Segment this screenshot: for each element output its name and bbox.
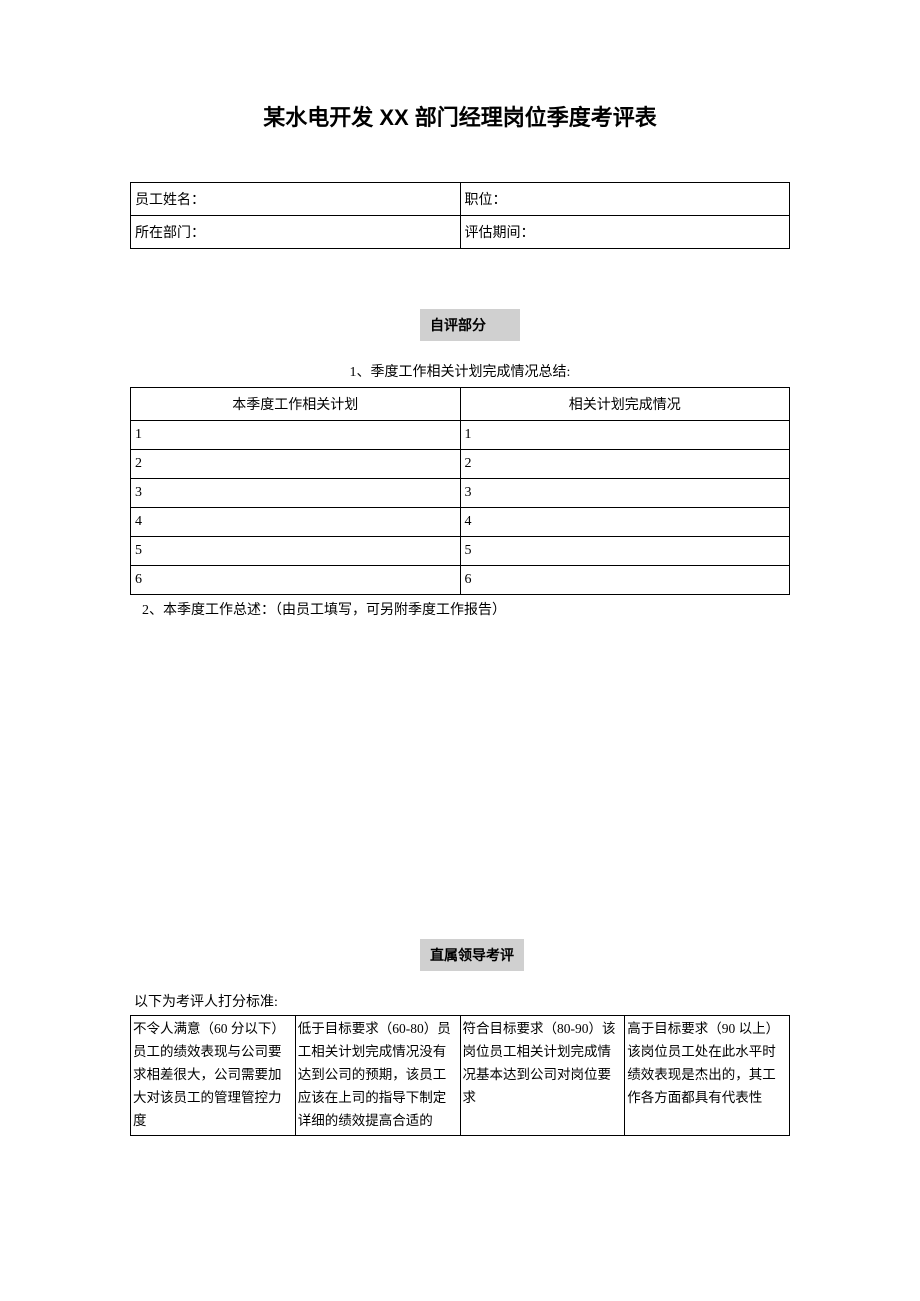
criteria-cell-1: 不令人满意（60 分以下）员工的绩效表现与公司要求相差很大，公司需要加大对该员工…	[131, 1016, 296, 1136]
plan-col2-header: 相关计划完成情况	[460, 388, 790, 421]
period-cell: 评估期间：	[460, 216, 790, 249]
plan-cell: 4	[460, 508, 790, 537]
criteria-cell-2: 低于目标要求（60-80）员工相关计划完成情况没有达到公司的预期，该员工应该在上…	[295, 1016, 460, 1136]
plan-cell: 4	[131, 508, 461, 537]
criteria-cell-3: 符合目标要求（80-90）该岗位员工相关计划完成情 况基本达到公司对岗位要 求	[460, 1016, 625, 1136]
plan-col1-header: 本季度工作相关计划	[131, 388, 461, 421]
plan-cell: 1	[131, 421, 461, 450]
work-summary-note: 2、本季度工作总述：（由员工填写，可另附季度工作报告）	[130, 599, 790, 619]
plan-cell: 3	[131, 479, 461, 508]
plan-cell: 6	[131, 566, 461, 595]
plan-cell: 1	[460, 421, 790, 450]
position-cell: 职位：	[460, 183, 790, 216]
self-evaluation-header: 自评部分	[420, 309, 520, 341]
plan-cell: 3	[460, 479, 790, 508]
document-title: 某水电开发 XX 部门经理岗位季度考评表	[130, 100, 790, 132]
employee-info-table: 员工姓名： 职位： 所在部门： 评估期间：	[130, 182, 790, 249]
criteria-cell-4: 高于目标要求（90 以上）该岗位员工处在此水平时绩效表现是杰出的，其工作各方面都…	[625, 1016, 790, 1136]
plan-cell: 5	[131, 537, 461, 566]
plan-cell: 5	[460, 537, 790, 566]
plan-table: 本季度工作相关计划 相关计划完成情况 11 22 33 44 55 66	[130, 387, 790, 595]
criteria-intro: 以下为考评人打分标准:	[130, 991, 790, 1011]
plan-cell: 6	[460, 566, 790, 595]
supervisor-evaluation-header: 直属领导考评	[420, 939, 524, 971]
plan-cell: 2	[460, 450, 790, 479]
scoring-criteria-table: 不令人满意（60 分以下）员工的绩效表现与公司要求相差很大，公司需要加大对该员工…	[130, 1015, 790, 1136]
plan-summary-heading: 1、季度工作相关计划完成情况总结:	[130, 361, 790, 381]
blank-space	[130, 619, 790, 879]
plan-cell: 2	[131, 450, 461, 479]
department-cell: 所在部门：	[131, 216, 461, 249]
name-cell: 员工姓名：	[131, 183, 461, 216]
